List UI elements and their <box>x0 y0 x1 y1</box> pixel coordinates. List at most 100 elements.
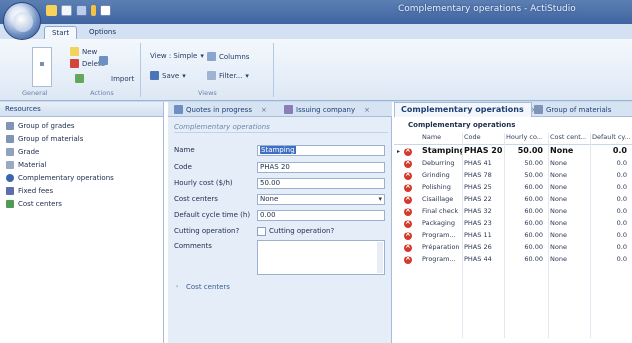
column-header-code[interactable]: Code <box>464 133 502 143</box>
table-row[interactable]: Préparation PHAS 26 60.00 None 0.0 <box>394 242 632 254</box>
resource-item-material[interactable]: Material <box>0 159 163 171</box>
table-row[interactable]: Grinding PHAS 78 50.00 None 0.0 <box>394 170 632 182</box>
table-row[interactable]: Program... PHAS 11 60.00 None 0.0 <box>394 230 632 242</box>
tab-start[interactable]: Start <box>44 26 78 39</box>
save-icon[interactable] <box>76 5 87 16</box>
table-row[interactable]: Polishing PHAS 25 60.00 None 0.0 <box>394 182 632 194</box>
resource-item-complementary-operations[interactable]: Complementary operations <box>0 172 163 184</box>
error-status-icon <box>404 182 412 192</box>
cell-hourly-cost: 60.00 <box>524 183 543 191</box>
resource-item-fixed-fees[interactable]: Fixed fees <box>0 185 163 197</box>
save-label: Save <box>162 71 180 80</box>
cell-default-cycle: 0.0 <box>616 255 627 263</box>
tab-options[interactable]: Options <box>82 26 123 39</box>
tab-quotes-in-progress[interactable]: Quotes in progress × <box>170 102 267 117</box>
section-title: Complementary operations <box>174 123 270 131</box>
error-status-icon <box>404 218 412 228</box>
cell-name: Packaging <box>422 219 455 227</box>
cell-hourly-cost: 50.00 <box>517 146 543 155</box>
table-row[interactable]: Cisaillage PHAS 22 60.00 None 0.0 <box>394 194 632 206</box>
cost-centers-dropdown[interactable]: None <box>257 194 385 205</box>
resource-label: Cost centers <box>18 200 62 208</box>
group-icon <box>6 122 14 130</box>
columns-label: Columns <box>219 52 250 61</box>
column-header-name[interactable]: Name <box>422 133 458 143</box>
hourly-cost-field[interactable]: 50.00 <box>257 178 385 189</box>
resource-item-grade[interactable]: Grade <box>0 146 163 158</box>
columns-button[interactable]: Columns <box>207 52 249 61</box>
tab-complementary-operations[interactable]: Complementary operations × <box>394 102 537 117</box>
cell-name: Program... <box>422 231 456 239</box>
cell-code: PHAS 26 <box>464 243 492 251</box>
new-button[interactable]: New <box>70 47 97 56</box>
cell-default-cycle: 0.0 <box>616 219 627 227</box>
cutting-operation-checkbox[interactable] <box>257 227 266 236</box>
table-row[interactable]: ▸ StampingPHAS 20 50.00 None 0.0 <box>394 146 632 158</box>
cycle-time-label: Default cycle time (h) <box>174 211 251 219</box>
chevron-down-icon: ▾ <box>200 52 204 60</box>
group-icon <box>534 105 543 114</box>
window-title: Complementary operations - ActiStudio <box>398 4 576 14</box>
cutting-operation-checkbox-label: Cutting operation? <box>269 227 335 235</box>
cell-hourly-cost: 60.00 <box>524 231 543 239</box>
save-view-button[interactable]: Save ▾ <box>150 71 186 80</box>
ribbon-separator <box>140 43 141 97</box>
cell-name: Préparation <box>422 243 460 251</box>
cell-cost-centers: None <box>550 255 567 263</box>
tab-issuing-company[interactable]: Issuing company × <box>280 102 370 117</box>
error-status-icon <box>404 146 412 156</box>
company-icon <box>284 105 293 114</box>
resource-item-cost-centers[interactable]: Cost centers <box>0 198 163 210</box>
resource-label: Complementary operations <box>18 174 114 182</box>
cell-cost-centers: None <box>550 159 567 167</box>
column-header-default-cycle[interactable]: Default cy... <box>592 133 632 143</box>
table-row[interactable]: Deburring PHAS 41 50.00 None 0.0 <box>394 158 632 170</box>
delete-icon <box>70 59 79 68</box>
table-row[interactable]: Final check PHAS 32 60.00 None 0.0 <box>394 206 632 218</box>
close-icon[interactable]: × <box>261 103 267 117</box>
cycle-time-field[interactable]: 0.00 <box>257 210 385 221</box>
tab-label: Issuing company <box>296 105 356 114</box>
main-area: Resources Group of grades Group of mater… <box>0 102 632 343</box>
filter-icon <box>207 71 216 80</box>
cost-centers-section[interactable]: Cost centers <box>186 283 230 291</box>
name-field[interactable]: Stamping <box>257 145 385 156</box>
comments-label: Comments <box>174 242 212 250</box>
cell-default-cycle: 0.0 <box>616 231 627 239</box>
cost-centers-label: Cost centers <box>174 195 218 203</box>
tab-label: Quotes in progress <box>186 105 252 114</box>
ribbon-separator <box>273 43 274 97</box>
pencil-icon[interactable] <box>91 5 96 16</box>
cell-name: Polishing <box>422 183 451 191</box>
column-header-cost-centers[interactable]: Cost cent... <box>550 133 586 143</box>
view-mode-dropdown[interactable]: View : Simple ▾ <box>150 52 204 60</box>
cell-hourly-cost: 60.00 <box>524 195 543 203</box>
error-status-icon <box>404 242 412 252</box>
table-row[interactable]: Packaging PHAS 23 60.00 None 0.0 <box>394 218 632 230</box>
expand-arrow-icon[interactable]: › <box>176 283 178 290</box>
filter-label: Filter... <box>219 71 243 80</box>
app-menu-button[interactable] <box>3 2 41 40</box>
general-panel[interactable] <box>32 47 52 87</box>
cell-cost-centers: None <box>550 219 567 227</box>
edit-button[interactable] <box>99 56 108 65</box>
comments-field[interactable] <box>257 240 385 275</box>
column-header-hourly-cost[interactable]: Hourly co... <box>506 133 542 143</box>
cell-hourly-cost: 60.00 <box>524 219 543 227</box>
resource-item-group-of-materials[interactable]: Group of materials <box>0 133 163 145</box>
import-button[interactable]: Import <box>75 74 134 83</box>
filter-button[interactable]: Filter... ▾ <box>207 71 249 80</box>
tab-group-of-materials[interactable]: Group of materials <box>534 102 611 117</box>
window-icon[interactable] <box>100 5 111 16</box>
cell-default-cycle: 0.0 <box>616 243 627 251</box>
cell-hourly-cost: 60.00 <box>524 207 543 215</box>
resource-item-group-of-grades[interactable]: Group of grades <box>0 120 163 132</box>
resource-label: Group of materials <box>18 135 84 143</box>
code-field[interactable]: PHAS 20 <box>257 162 385 173</box>
document-icon[interactable] <box>61 5 72 16</box>
close-icon[interactable]: × <box>364 103 370 117</box>
folder-icon[interactable] <box>46 5 57 16</box>
table-row[interactable]: Program... PHAS 44 60.00 None 0.0 <box>394 254 632 266</box>
header-divider <box>394 144 632 145</box>
cell-cost-centers: None <box>550 195 567 203</box>
